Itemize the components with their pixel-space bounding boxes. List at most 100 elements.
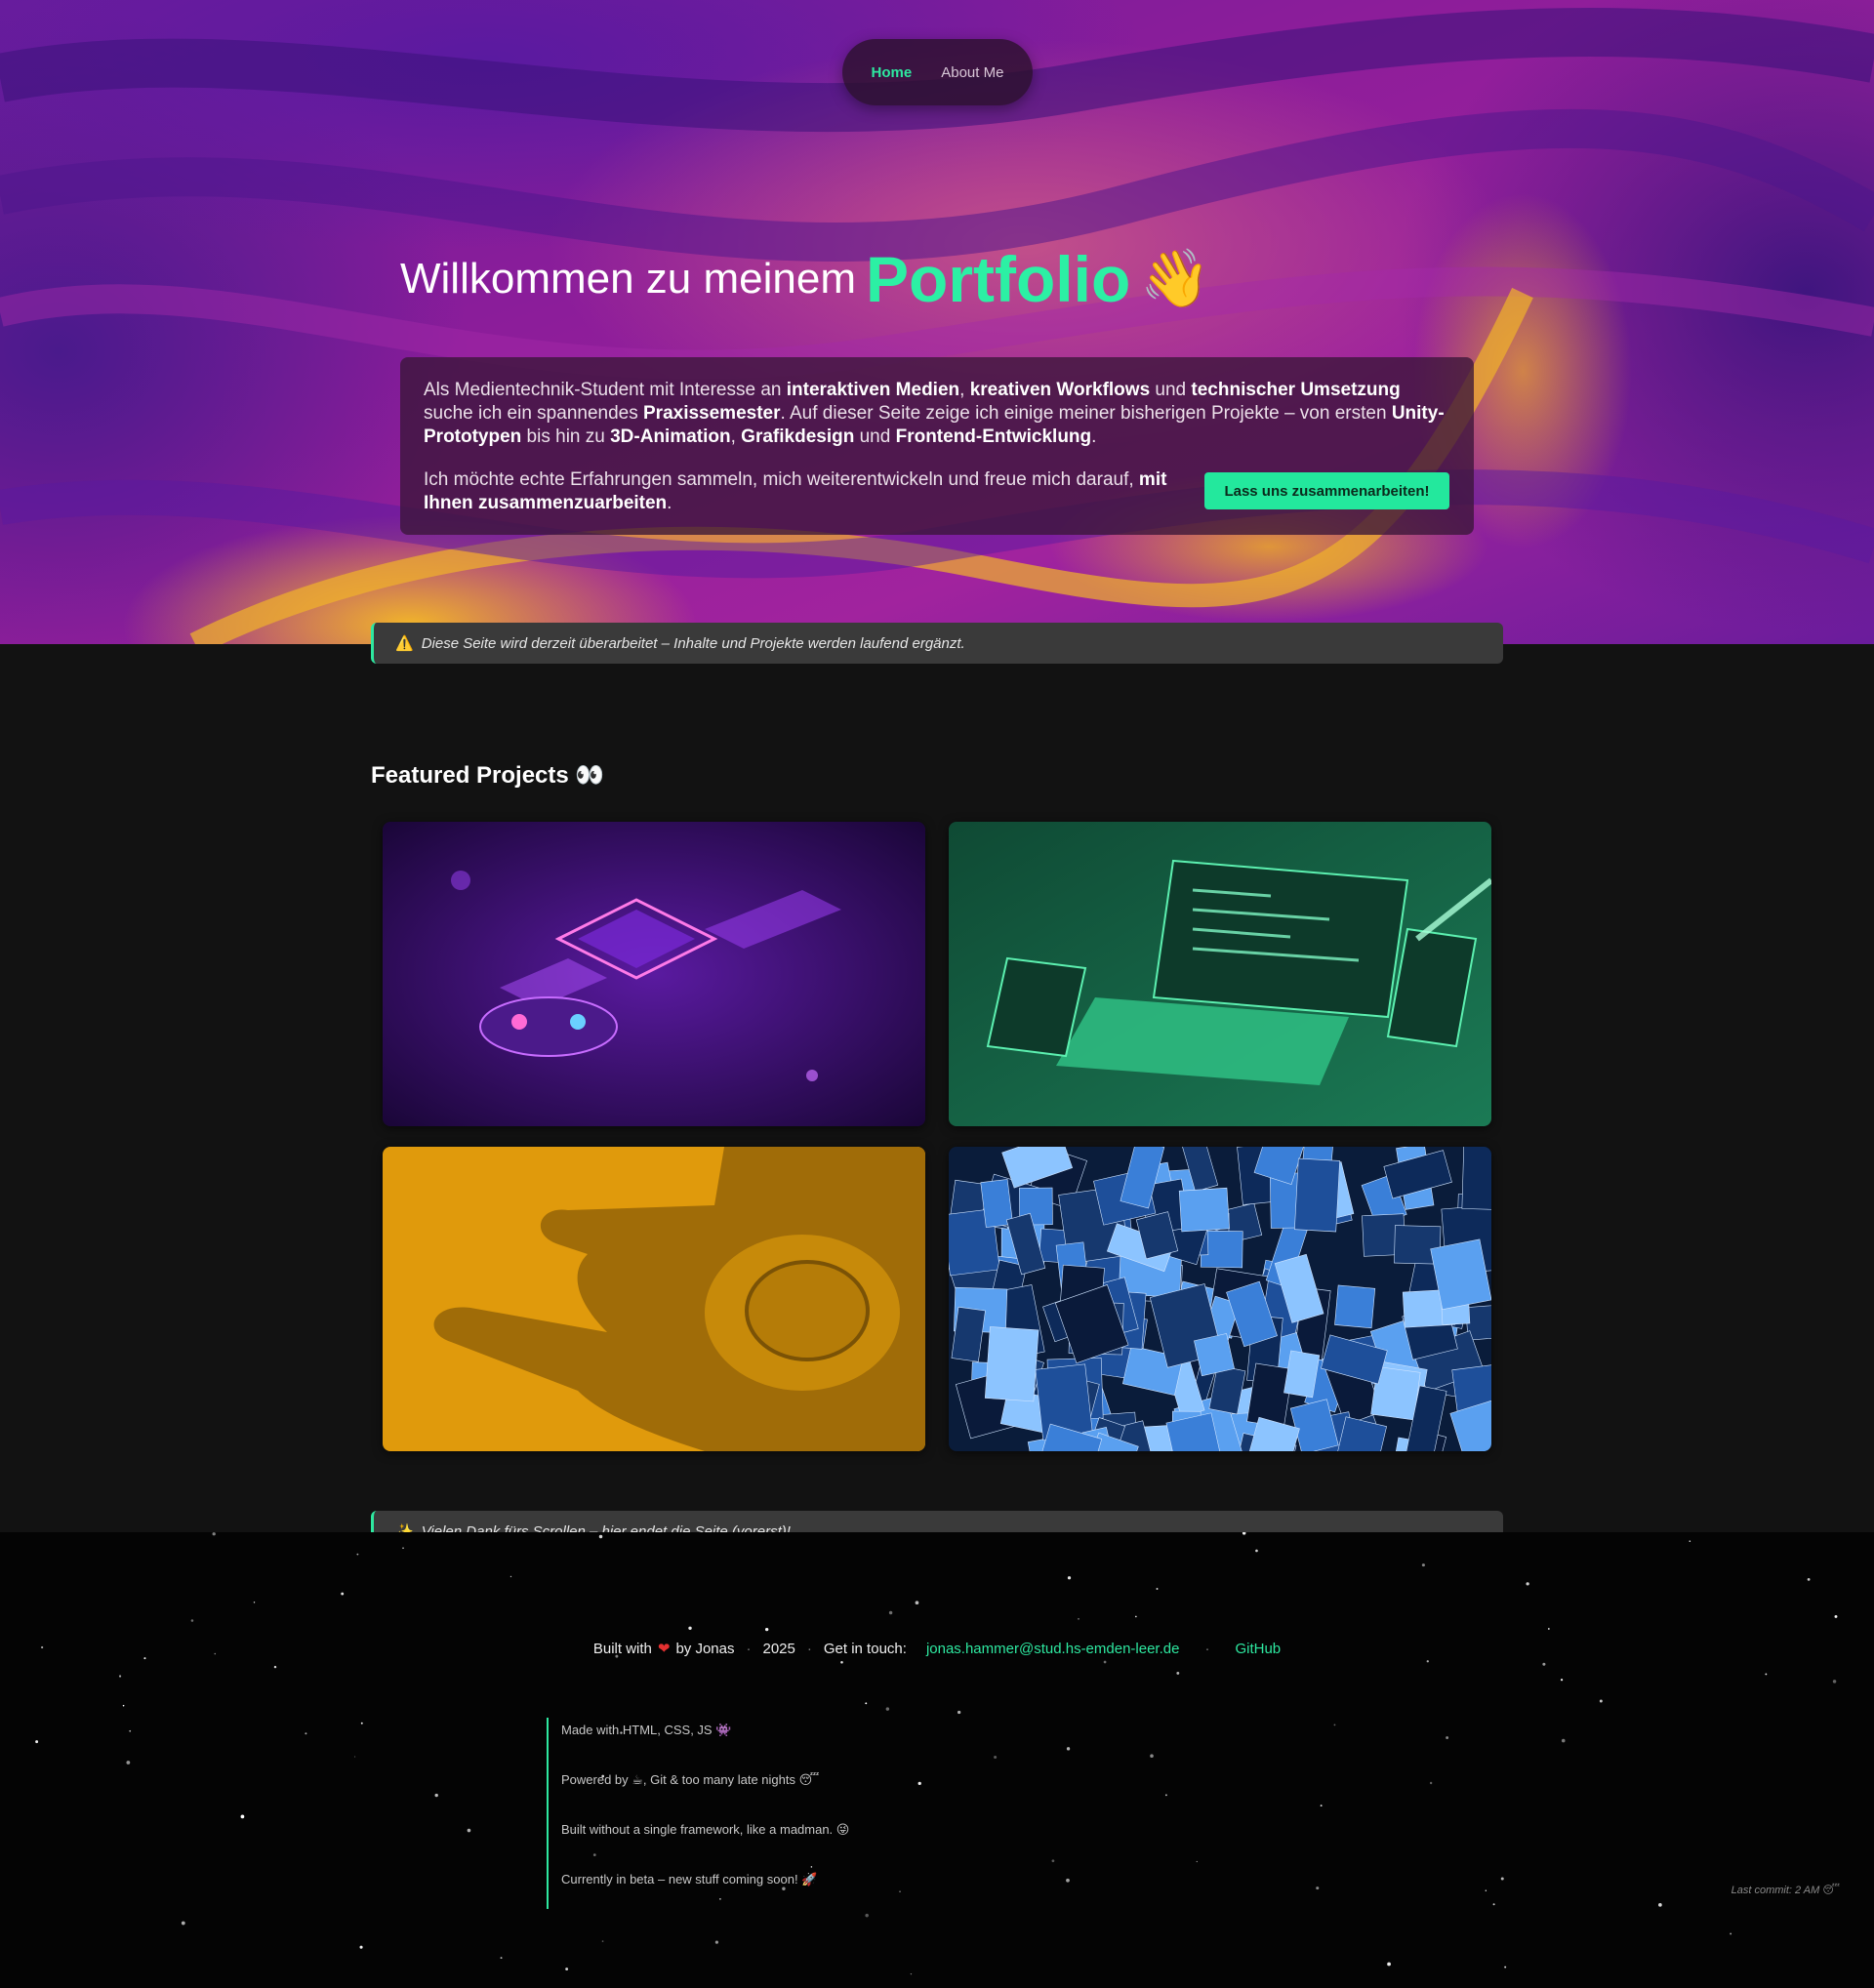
star [434, 1793, 438, 1798]
movie-poster-collage-image [949, 1147, 1491, 1451]
hero-heading: Willkommen zu meinem Portfolio 👋 [400, 240, 1211, 318]
nav-home-link[interactable]: Home [872, 64, 913, 81]
star [1526, 1582, 1529, 1586]
star [1426, 1660, 1429, 1663]
star [190, 1619, 194, 1622]
star [885, 1707, 890, 1711]
star [212, 1532, 216, 1536]
email-link[interactable]: jonas.hammer@stud.hs-emden-leer.de [926, 1641, 1180, 1657]
star [957, 1710, 961, 1715]
star [1504, 1966, 1507, 1968]
star [126, 1761, 131, 1765]
star [1485, 1889, 1487, 1891]
featured-projects-title: Featured Projects 👀 [371, 761, 604, 790]
star [305, 1732, 307, 1735]
star [688, 1626, 692, 1631]
star [1135, 1615, 1137, 1618]
star [1196, 1860, 1198, 1863]
star [1255, 1549, 1258, 1553]
footer-fun-facts: Made with HTML, CSS, JS 👾 Powered by ☕, … [547, 1718, 849, 1909]
star [1492, 1903, 1495, 1906]
star [1164, 1794, 1167, 1797]
star [840, 1660, 843, 1664]
star [1103, 1660, 1107, 1664]
star [1421, 1563, 1425, 1567]
star [129, 1729, 132, 1732]
collaborate-button[interactable]: Lass uns zusammenarbeiten! [1204, 472, 1449, 509]
poster-tile [1461, 1147, 1491, 1210]
star [143, 1657, 146, 1660]
star [1542, 1662, 1546, 1666]
notice-text: Diese Seite wird derzeit überarbeitet – … [421, 634, 965, 652]
star [1547, 1628, 1550, 1630]
get-in-touch-label: Get in touch: [823, 1640, 907, 1657]
star [360, 1722, 363, 1724]
star [1320, 1805, 1323, 1807]
star [888, 1610, 893, 1615]
poster-tile [1294, 1157, 1340, 1233]
starfield-background [35, 1532, 1838, 1975]
star [1834, 1614, 1838, 1618]
star [565, 1968, 569, 1971]
project-card-game[interactable] [383, 822, 925, 1126]
star [865, 1913, 869, 1918]
fact-item: Powered by ☕, Git & too many late nights… [561, 1772, 820, 1787]
star [467, 1828, 471, 1833]
hero-section: Home About Me Willkommen zu meinem Portf… [0, 0, 1874, 644]
star [402, 1547, 404, 1550]
star [273, 1665, 277, 1669]
star [356, 1553, 359, 1556]
nav-about-link[interactable]: About Me [941, 64, 1003, 81]
fact-item: Made with HTML, CSS, JS 👾 [561, 1723, 732, 1737]
star [509, 1575, 512, 1578]
work-in-progress-notice: ⚠️ Diese Seite wird derzeit überarbeitet… [371, 623, 1503, 664]
author-text: by Jonas [675, 1640, 735, 1657]
star [910, 1973, 913, 1975]
star [1561, 1738, 1566, 1743]
star [1832, 1680, 1837, 1684]
star [1333, 1724, 1336, 1726]
project-card-collage[interactable] [949, 1147, 1491, 1451]
star [1051, 1859, 1055, 1863]
year-text: 2025 [762, 1640, 795, 1657]
star [35, 1740, 39, 1744]
project-card-blender[interactable] [383, 1147, 925, 1451]
project-card-code[interactable] [949, 822, 1491, 1126]
star [1316, 1887, 1320, 1890]
last-commit-text: Last commit: 2 AM 😴 [1731, 1885, 1840, 1896]
star [1765, 1673, 1768, 1676]
github-link[interactable]: GitHub [1235, 1641, 1281, 1657]
star [1599, 1699, 1603, 1703]
fact-item: Currently in beta – new stuff coming soo… [561, 1872, 818, 1887]
star [1730, 1932, 1732, 1935]
star [359, 1945, 363, 1949]
star [598, 1534, 603, 1539]
star [1150, 1754, 1154, 1758]
waving-hand-icon: 👋 [1140, 247, 1211, 310]
intro-paragraph-1: Als Medientechnik-Student mit Interesse … [424, 380, 1445, 447]
intro-paragraph-2: Ich möchte echte Erfahrungen sammeln, mi… [424, 469, 1167, 513]
star [899, 1890, 901, 1893]
star [865, 1702, 868, 1705]
star [1066, 1747, 1071, 1751]
star [1807, 1578, 1811, 1581]
star [1658, 1902, 1662, 1907]
footer-credits: Built with ❤ by Jonas · 2025 · Get in to… [592, 1640, 1282, 1658]
heart-icon: ❤ [657, 1641, 671, 1657]
eyes-icon: 👀 [575, 762, 605, 789]
laptop-code-image [949, 822, 1491, 1126]
star [1387, 1962, 1391, 1967]
star [601, 1940, 604, 1942]
star [341, 1592, 345, 1596]
star [1500, 1877, 1504, 1881]
star [917, 1781, 921, 1786]
warning-icon: ⚠️ [395, 635, 414, 652]
intro-card: Als Medientechnik-Student mit Interesse … [400, 357, 1474, 535]
star [1560, 1679, 1564, 1682]
star [240, 1814, 245, 1819]
star [1242, 1532, 1246, 1535]
star [1078, 1618, 1080, 1620]
star [1156, 1588, 1159, 1591]
star [1446, 1736, 1449, 1739]
hero-title-accent: Portfolio [865, 243, 1131, 315]
